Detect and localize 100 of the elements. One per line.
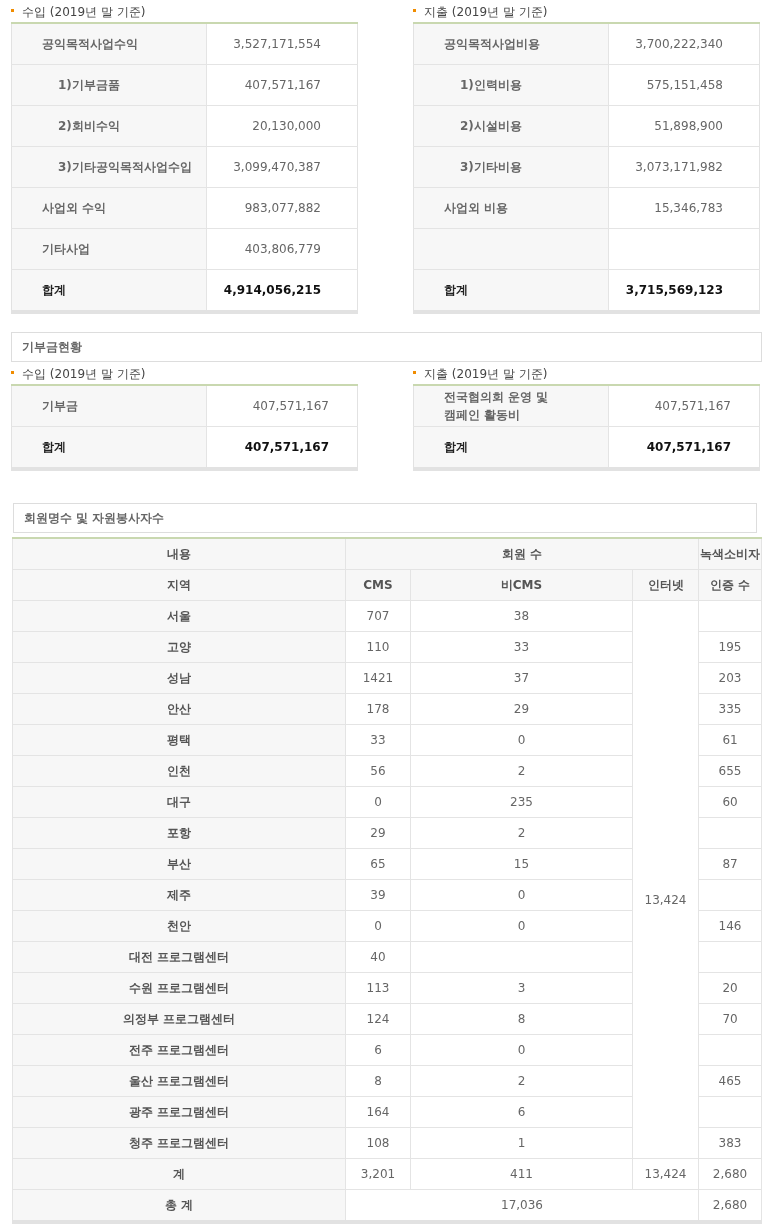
bullet-icon	[11, 8, 14, 12]
table-cell: 113	[345, 972, 411, 1004]
table-cell: 합계	[11, 426, 207, 469]
table-cell: 2)시설비용	[413, 105, 609, 147]
table-cell: 3,073,171,982	[608, 146, 760, 188]
table-cell: 8	[345, 1065, 411, 1097]
table-header: 회원 수	[345, 538, 699, 570]
section-title: 수입 (2019년 말 기준)	[22, 365, 146, 383]
table-cell: 전주 프로그램센터	[12, 1034, 346, 1066]
table-cell: 대구	[12, 786, 346, 818]
table-cell	[698, 600, 762, 632]
table-header: CMS	[345, 569, 411, 601]
table-cell: 6	[410, 1096, 633, 1128]
table-cell: 인천	[12, 755, 346, 787]
table-cell	[698, 1096, 762, 1128]
table-cell: 수원 프로그램센터	[12, 972, 346, 1004]
table-cell: 0	[410, 879, 633, 911]
table-cell: 0	[410, 724, 633, 756]
table-cell: 6	[345, 1034, 411, 1066]
section-title: 수입 (2019년 말 기준)	[22, 3, 146, 21]
table-cell: 29	[345, 817, 411, 849]
table-cell: 61	[698, 724, 762, 756]
table-cell: 164	[345, 1096, 411, 1128]
table-cell: 0	[410, 910, 633, 942]
table-cell	[698, 1034, 762, 1066]
table-cell: 3	[410, 972, 633, 1004]
table-cell: 제주	[12, 879, 346, 911]
table-cell: 383	[698, 1127, 762, 1159]
table-cell: 655	[698, 755, 762, 787]
table-cell: 합계	[413, 426, 609, 469]
table-cell: 33	[410, 631, 633, 663]
section-heading: 회원명수 및 자원봉사자수	[13, 503, 757, 533]
table-cell: 2,680	[698, 1158, 762, 1190]
table-cell: 407,571,167	[206, 64, 358, 106]
table-cell: 65	[345, 848, 411, 880]
table-cell: 3,527,171,554	[206, 23, 358, 65]
table-cell: 3,700,222,340	[608, 23, 760, 65]
table-cell: 407,571,167	[206, 426, 358, 469]
table-cell: 기부금	[11, 385, 207, 427]
table-cell: 2)회비수익	[11, 105, 207, 147]
table-cell: 407,571,167	[206, 385, 358, 427]
table-header: 녹색소비자	[698, 538, 762, 570]
table-cell: 3,099,470,387	[206, 146, 358, 188]
table-cell: 15,346,783	[608, 187, 760, 229]
table-cell: 51,898,900	[608, 105, 760, 147]
table-cell: 계	[12, 1158, 346, 1190]
table-cell: 합계	[11, 269, 207, 312]
table-header: 내용	[12, 538, 346, 570]
table-cell: 4,914,056,215	[206, 269, 358, 312]
table-cell: 대전 프로그램센터	[12, 941, 346, 973]
bullet-icon	[11, 370, 14, 374]
bullet-icon	[413, 8, 416, 12]
table-cell: 70	[698, 1003, 762, 1035]
table-cell: 56	[345, 755, 411, 787]
table-cell: 20	[698, 972, 762, 1004]
table-cell: 40	[345, 941, 411, 973]
table-cell: 33	[345, 724, 411, 756]
table-cell: 407,571,167	[608, 426, 760, 469]
table-cell: 15	[410, 848, 633, 880]
table-cell: 407,571,167	[608, 385, 760, 427]
bullet-icon	[413, 370, 416, 374]
table-cell: 335	[698, 693, 762, 725]
table-cell: 3)기타비용	[413, 146, 609, 188]
table-cell: 의정부 프로그램센터	[12, 1003, 346, 1035]
table-cell: 403,806,779	[206, 228, 358, 270]
table-cell: 1)기부금품	[11, 64, 207, 106]
table-cell: 0	[345, 786, 411, 818]
table-cell: 2,680	[698, 1189, 762, 1222]
table-cell: 천안	[12, 910, 346, 942]
table-cell: 87	[698, 848, 762, 880]
table-cell: 1421	[345, 662, 411, 694]
table-cell: 성남	[12, 662, 346, 694]
table-header: 인증 수	[698, 569, 762, 601]
table-cell: 38	[410, 600, 633, 632]
table-cell: 광주 프로그램센터	[12, 1096, 346, 1128]
table-cell: 3,201	[345, 1158, 411, 1190]
table-cell: 39	[345, 879, 411, 911]
table-cell: 0	[410, 1034, 633, 1066]
table-cell: 2	[410, 1065, 633, 1097]
table-cell: 2	[410, 817, 633, 849]
table-cell: 3)기타공익목적사업수입	[11, 146, 207, 188]
table-cell: 707	[345, 600, 411, 632]
table-cell: 부산	[12, 848, 346, 880]
table-cell: 3,715,569,123	[608, 269, 760, 312]
table-cell: 178	[345, 693, 411, 725]
section-title: 지출 (2019년 말 기준)	[424, 365, 548, 383]
table-cell: 37	[410, 662, 633, 694]
table-cell: 고양	[12, 631, 346, 663]
table-cell: 1	[410, 1127, 633, 1159]
table-cell: 575,151,458	[608, 64, 760, 106]
table-cell: 총 계	[12, 1189, 346, 1222]
table-cell: 146	[698, 910, 762, 942]
section-heading: 기부금현황	[11, 332, 762, 362]
table-cell: 29	[410, 693, 633, 725]
table-cell: 465	[698, 1065, 762, 1097]
table-cell: 124	[345, 1003, 411, 1035]
table-cell: 20,130,000	[206, 105, 358, 147]
table-cell: 1)인력비용	[413, 64, 609, 106]
table-cell	[698, 817, 762, 849]
table-cell: 공익목적사업비용	[413, 23, 609, 65]
